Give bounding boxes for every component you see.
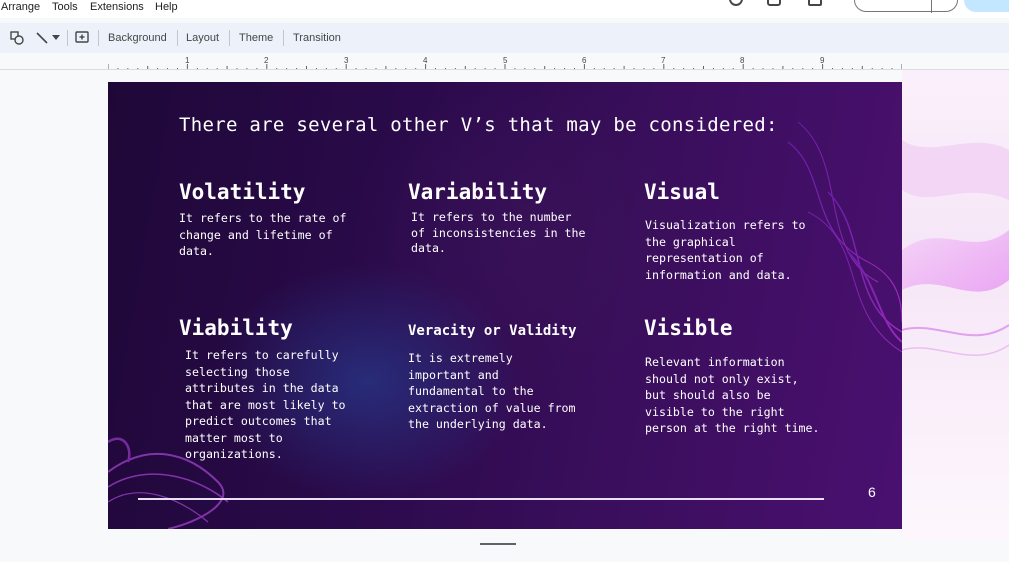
toolbar-divider [98,30,99,46]
canvas-margin-decoration [902,70,1009,540]
heading-variability[interactable]: Variability [408,180,547,204]
ruler-divider [0,69,1009,70]
body-visible[interactable]: Relevant information should not only exi… [645,354,820,437]
ruler-number: 9 [820,56,825,65]
ruler-number: 1 [185,56,190,65]
ruler-number: 5 [503,56,508,65]
heading-veracity[interactable]: Veracity or Validity [408,323,577,339]
toolbar: Background Layout Theme Transition [0,23,1009,53]
meet-icon[interactable] [808,0,822,6]
toolbar-divider [67,30,68,46]
slideshow-divider [931,0,932,13]
ruler-number: 4 [423,56,428,65]
background-button[interactable]: Background [108,32,167,44]
ruler-number: 3 [344,56,349,65]
chat-icon[interactable] [767,0,781,6]
menu-tools[interactable]: Tools [52,1,78,13]
transition-button[interactable]: Transition [293,32,341,44]
toolbar-divider [229,30,230,46]
shapes-icon[interactable] [9,30,25,46]
add-comment-icon[interactable] [74,30,90,46]
slideshow-button[interactable] [854,0,958,13]
heading-viability[interactable]: Viability [179,316,293,340]
heading-visible[interactable]: Visible [644,316,733,340]
menu-help[interactable]: Help [155,1,178,13]
wave-decoration [902,140,1009,356]
chevron-down-icon[interactable] [51,30,61,46]
body-visual[interactable]: Visualization refers to the graphical re… [645,217,806,283]
slide-title[interactable]: There are several other V’s that may be … [179,114,778,136]
line-icon[interactable] [34,30,50,46]
resize-handle[interactable] [480,543,516,545]
heading-visual[interactable]: Visual [644,180,720,204]
history-icon[interactable] [729,0,743,6]
ruler-number: 2 [264,56,269,65]
layout-button[interactable]: Layout [186,32,219,44]
body-variability[interactable]: It refers to the number of inconsistenci… [411,210,586,257]
slide-canvas[interactable]: There are several other V’s that may be … [108,82,902,529]
body-veracity[interactable]: It is extremely important and fundamenta… [408,350,576,433]
menu-extensions[interactable]: Extensions [90,1,144,13]
toolbar-divider [283,30,284,46]
ruler-number: 8 [740,56,745,65]
footer-divider [138,498,824,500]
heading-volatility[interactable]: Volatility [179,180,305,204]
menu-arrange[interactable]: Arrange [1,1,40,13]
toolbar-divider [177,30,178,46]
body-volatility[interactable]: It refers to the rate of change and life… [179,210,347,260]
body-viability[interactable]: It refers to carefully selecting those a… [185,347,346,463]
theme-button[interactable]: Theme [239,32,273,44]
ruler-number: 7 [661,56,666,65]
menu-bar: Arrange Tools Extensions Help [0,0,1009,18]
slide-number: 6 [868,484,876,500]
horizontal-ruler[interactable]: 1 2 3 4 5 6 7 8 9 [107,56,903,70]
share-button[interactable] [964,0,1009,12]
ruler-number: 6 [582,56,587,65]
